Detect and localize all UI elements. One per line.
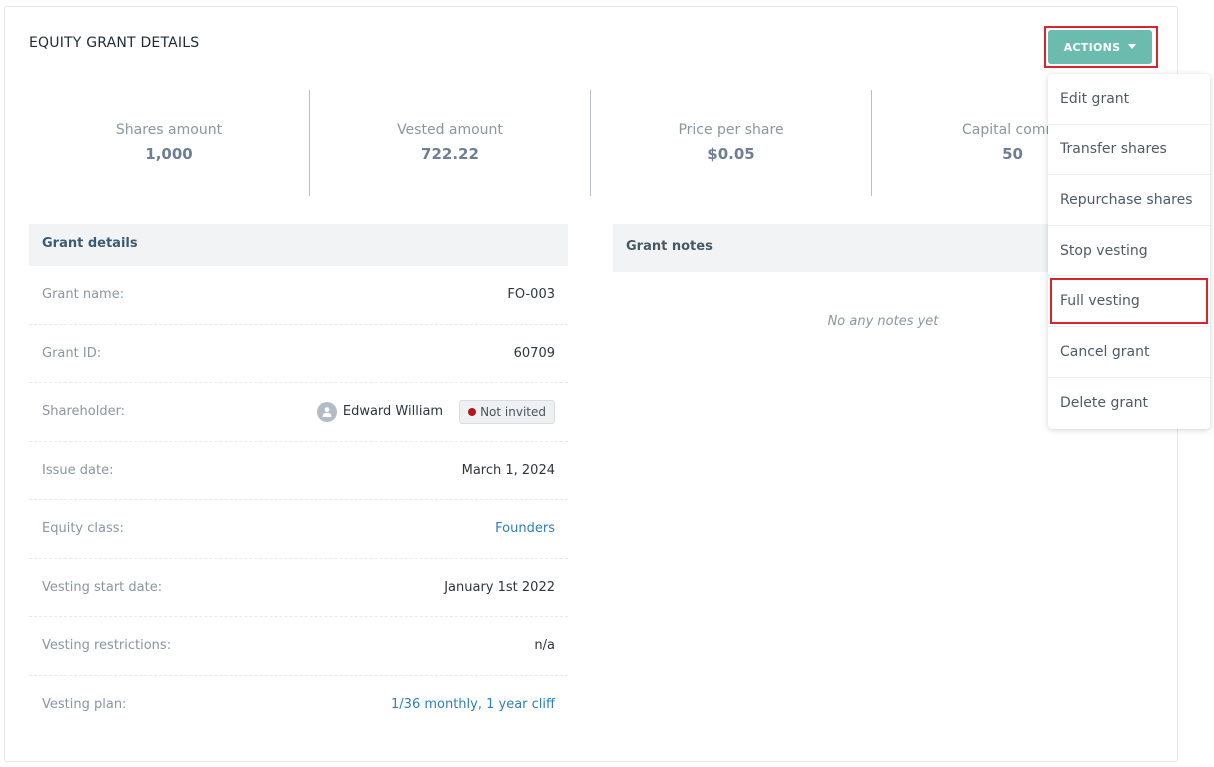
detail-row-grant-id: Grant ID: 60709 — [29, 325, 568, 383]
detail-row-grant-name: Grant name: FO-003 — [29, 266, 568, 325]
detail-row-shareholder: Shareholder: Edward William Not invited — [29, 383, 568, 442]
detail-row-issue-date: Issue date: March 1, 2024 — [29, 442, 568, 500]
actions-dropdown-menu: Edit grant Transfer shares Repurchase sh… — [1048, 74, 1210, 429]
vesting-plan-link[interactable]: 1/36 monthly, 1 year cliff — [391, 697, 555, 712]
row-value: FO-003 — [507, 287, 555, 303]
status-badge-label: Not invited — [480, 404, 546, 419]
actions-label: ACTIONS — [1063, 40, 1121, 54]
row-value: March 1, 2024 — [461, 462, 555, 478]
stat-value: 722.22 — [421, 145, 479, 163]
row-label: Grant ID: — [42, 345, 102, 361]
avatar — [316, 401, 337, 422]
stat-label: Vested amount — [397, 122, 503, 138]
shareholder-name[interactable]: Edward William — [343, 404, 443, 419]
equity-class-link[interactable]: Founders — [495, 521, 555, 536]
menu-item-cancel-grant[interactable]: Cancel grant — [1048, 327, 1210, 378]
row-label: Vesting start date: — [42, 579, 163, 595]
grant-details-list: Grant name: FO-003 Grant ID: 60709 Share… — [29, 266, 568, 734]
stat-value: $0.05 — [707, 145, 755, 163]
menu-item-transfer-shares[interactable]: Transfer shares — [1048, 125, 1210, 176]
stat-shares-amount: Shares amount 1,000 — [29, 90, 310, 196]
detail-row-vesting-start: Vesting start date: January 1st 2022 — [29, 559, 568, 617]
stat-value: 1,000 — [145, 145, 193, 163]
row-label: Issue date: — [42, 462, 114, 478]
row-value: January 1st 2022 — [444, 579, 555, 595]
menu-item-repurchase-shares[interactable]: Repurchase shares — [1048, 175, 1210, 226]
row-label: Shareholder: — [42, 404, 126, 420]
row-label: Vesting plan: — [42, 697, 127, 713]
caret-down-icon — [1128, 43, 1137, 49]
stat-label: Shares amount — [115, 122, 223, 138]
stats-row: Shares amount 1,000 Vested amount 722.22… — [29, 90, 1153, 196]
grant-details-heading: Grant details — [29, 224, 568, 266]
actions-button[interactable]: ACTIONS — [1048, 30, 1152, 64]
status-badge: Not invited — [459, 399, 555, 424]
actions-highlight: ACTIONS — [1044, 26, 1158, 68]
detail-row-vesting-plan: Vesting plan: 1/36 monthly, 1 year cliff — [29, 676, 568, 735]
status-dot-icon — [468, 407, 477, 416]
row-label: Grant name: — [42, 287, 125, 303]
page-title: EQUITY GRANT DETAILS — [29, 35, 200, 51]
detail-row-equity-class: Equity class: Founders — [29, 500, 568, 559]
row-label: Vesting restrictions: — [42, 638, 172, 654]
row-value: n/a — [534, 638, 555, 654]
stat-label: Price per share — [678, 122, 784, 138]
shareholder-info: Edward William Not invited — [316, 399, 555, 424]
menu-item-delete-grant[interactable]: Delete grant — [1048, 378, 1210, 429]
stat-vested-amount: Vested amount 722.22 — [310, 90, 591, 196]
menu-item-stop-vesting[interactable]: Stop vesting — [1048, 226, 1210, 277]
row-value: 60709 — [513, 345, 555, 361]
menu-item-full-vesting[interactable]: Full vesting — [1048, 276, 1210, 327]
user-icon — [322, 406, 332, 417]
stat-price-per-share: Price per share $0.05 — [591, 90, 872, 196]
menu-item-edit-grant[interactable]: Edit grant — [1048, 74, 1210, 125]
detail-row-vesting-restrictions: Vesting restrictions: n/a — [29, 617, 568, 676]
row-label: Equity class: — [42, 521, 124, 537]
